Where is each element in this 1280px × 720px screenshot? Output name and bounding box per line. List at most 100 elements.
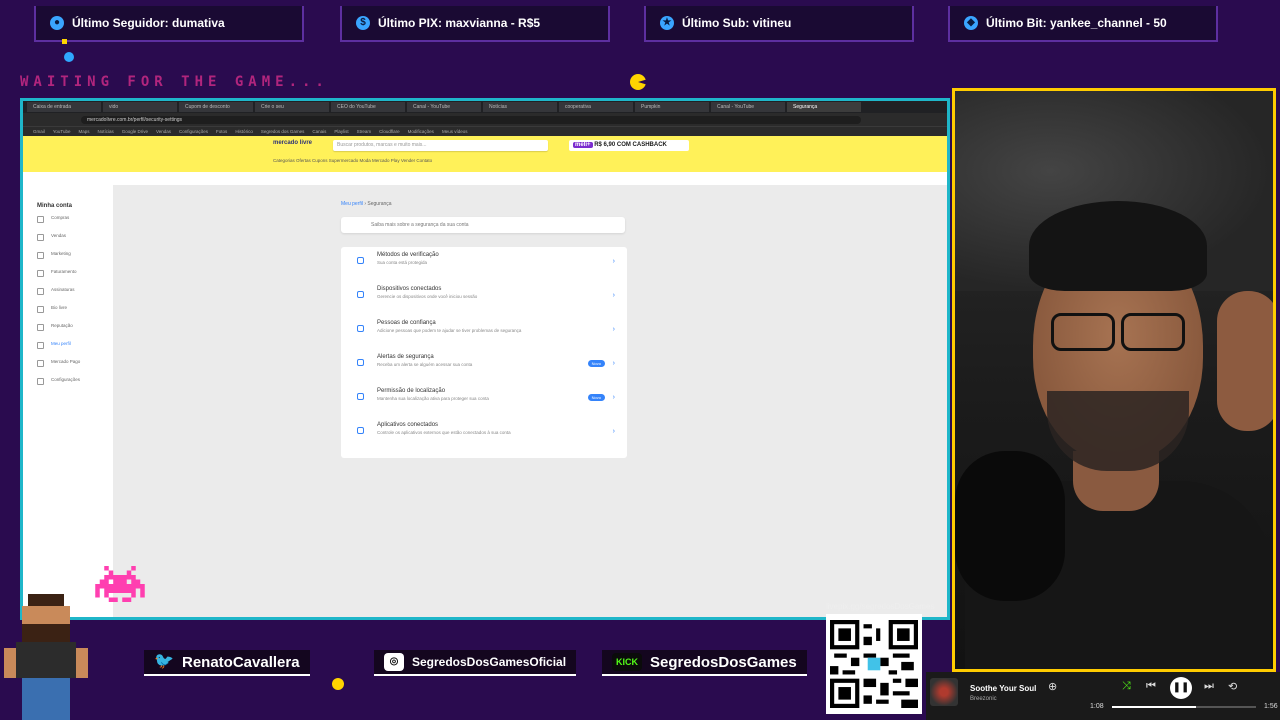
next-icon[interactable]: ⏭ — [1204, 680, 1214, 693]
bookmark[interactable]: Configurações — [179, 127, 208, 136]
person-hair — [1029, 201, 1207, 291]
sidebar-item-configuracoes[interactable]: Configurações — [23, 371, 113, 389]
previous-icon[interactable]: ⏮ — [1146, 680, 1156, 693]
security-row-location[interactable]: Permissão de localização Mantenha sua lo… — [341, 383, 627, 417]
bookmark[interactable]: YouTube — [53, 127, 71, 136]
breadcrumb-current: Segurança — [367, 201, 392, 207]
total-time: 1:56 — [1264, 703, 1278, 710]
new-badge: Novo — [587, 394, 605, 401]
bookmark[interactable]: Canais — [312, 127, 326, 136]
browser-tab[interactable]: Caixa de entrada — [27, 102, 101, 112]
alert-last-bit: ◆ Último Bit: yankee_channel - 50 — [948, 6, 1218, 42]
bookmarks-bar: Gmail YouTube Maps Notícias Google Drive… — [23, 126, 947, 136]
security-list: Métodos de verificação Sua conta está pr… — [341, 247, 627, 458]
bookmark[interactable]: Meus vídeos — [442, 127, 468, 136]
security-row-alerts[interactable]: Alertas de segurança Receba um alerta se… — [341, 349, 627, 383]
alert-label: Último PIX: maxvianna - R$5 — [378, 16, 541, 30]
sidebar-item-assinaturas[interactable]: Assinaturas — [23, 281, 113, 299]
browser-tab[interactable]: Notícias — [483, 102, 557, 112]
social-kick: KICK SegredosDosGames — [602, 650, 807, 676]
alert-label: Último Bit: yankee_channel - 50 — [986, 16, 1167, 30]
song-artist: Breezonic — [970, 696, 997, 702]
row-desc: Adicione pessoas que podem te ajudar se … — [377, 328, 522, 333]
repeat-icon[interactable]: ⟲ — [1228, 680, 1237, 693]
waiting-text: WAITING FOR THE GAME... — [20, 74, 329, 90]
ml-logo[interactable]: mercado livre — [273, 140, 312, 147]
security-row-verification[interactable]: Métodos de verificação Sua conta está pr… — [341, 247, 627, 281]
shuffle-icon[interactable]: ⤨ — [1122, 680, 1131, 693]
row-title: Aplicativos conectados — [377, 422, 439, 428]
bookmark[interactable]: Cloudflare — [379, 127, 400, 136]
add-icon[interactable]: ⊕ — [1048, 680, 1057, 693]
pause-button[interactable]: ❚❚ — [1170, 677, 1192, 699]
star-icon: ★ — [660, 16, 674, 30]
bookmark[interactable]: Maps — [78, 127, 89, 136]
security-row-apps[interactable]: Aplicativos conectados Controle os aplic… — [341, 417, 627, 451]
security-row-trusted-people[interactable]: Pessoas de confiança Adicione pessoas qu… — [341, 315, 627, 349]
webcam-feed — [952, 88, 1276, 672]
chevron-right-icon: › — [612, 258, 615, 265]
browser-tab[interactable]: cooperativa — [559, 102, 633, 112]
browser-tab[interactable]: Crie o seu — [255, 102, 329, 112]
browser-tab[interactable]: Canal - YouTube — [711, 102, 785, 112]
glasses-right — [1121, 313, 1185, 351]
security-info-banner[interactable]: Saiba mais sobre a segurança da sua cont… — [341, 217, 625, 233]
progress-bar[interactable] — [1112, 706, 1256, 708]
ml-content: Minha conta Compras Vendas Marketing Fat… — [23, 185, 947, 617]
sidebar-item-reputacao[interactable]: Reputação — [23, 317, 113, 335]
browser-tab[interactable]: vido — [103, 102, 177, 112]
ml-search-input[interactable]: Buscar produtos, marcas e muito mais... — [333, 140, 548, 151]
row-title: Alertas de segurança — [377, 354, 434, 360]
qr-label: livepix.gg/segredosDosGames — [826, 602, 935, 611]
bookmark[interactable]: Modificações — [408, 127, 434, 136]
person-beard — [1047, 391, 1189, 471]
bookmark[interactable]: Playlist — [334, 127, 348, 136]
security-row-devices[interactable]: Dispositivos conectados Gerencie os disp… — [341, 281, 627, 315]
row-title: Pessoas de confiança — [377, 320, 436, 326]
ml-nav[interactable]: Categorias Ofertas Cupons Supermercado M… — [273, 158, 432, 163]
qr-code-icon — [830, 620, 918, 708]
bookmark[interactable]: Histórico — [235, 127, 253, 136]
link-icon — [357, 427, 364, 434]
address-bar[interactable]: mercadolivre.com.br/perfil/security-sett… — [23, 113, 947, 126]
alert-last-sub: ★ Último Sub: vitineu — [644, 6, 914, 42]
bookmark[interactable]: Fotos — [216, 127, 227, 136]
breadcrumb-root[interactable]: Meu perfil — [341, 201, 363, 207]
decor-dot — [62, 39, 67, 44]
person-hand — [1217, 291, 1273, 431]
pacman-icon — [630, 74, 646, 90]
browser-tab[interactable]: Cupom de desconto — [179, 102, 253, 112]
row-desc: Sua conta está protegida — [377, 260, 428, 265]
bookmark[interactable]: Stream — [357, 127, 372, 136]
sidebar-item-vendas[interactable]: Vendas — [23, 227, 113, 245]
sidebar-item-compras[interactable]: Compras — [23, 209, 113, 227]
browser-window: Caixa de entrada vido Cupom de desconto … — [20, 98, 950, 620]
sidebar-item-meu-perfil[interactable]: Meu perfil — [23, 335, 113, 353]
album-art — [930, 678, 958, 706]
qr-logo — [867, 657, 881, 671]
sidebar-item-mercado-pago[interactable]: Mercado Pago — [23, 353, 113, 371]
row-title: Permissão de localização — [377, 388, 446, 394]
social-label: RenatoCavallera — [182, 653, 300, 671]
bookmark[interactable]: Gmail — [33, 127, 45, 136]
browser-tab[interactable]: Canal - YouTube — [407, 102, 481, 112]
chevron-right-icon: › — [612, 428, 615, 435]
alert-last-pix: $ Último PIX: maxvianna - R$5 — [340, 6, 610, 42]
browser-tab[interactable]: Pumpkin — [635, 102, 709, 112]
bookmark[interactable]: Notícias — [97, 127, 113, 136]
bookmark[interactable]: Google Drive — [122, 127, 148, 136]
row-title: Métodos de verificação — [377, 252, 439, 258]
url-text[interactable]: mercadolivre.com.br/perfil/security-sett… — [81, 115, 861, 124]
sidebar-item-bio[interactable]: Bio livre — [23, 299, 113, 317]
browser-tab[interactable]: CEO do YouTube — [331, 102, 405, 112]
sidebar-item-marketing[interactable]: Marketing — [23, 245, 113, 263]
song-title: Soothe Your Soul — [970, 684, 1037, 693]
ml-promo-banner[interactable]: meli+ R$ 6,90 COM CASHBACK — [569, 140, 689, 151]
bookmark[interactable]: Vendas — [156, 127, 171, 136]
bookmark[interactable]: Segredos dos Games — [261, 127, 305, 136]
microphone — [955, 451, 1065, 601]
banner-text: Saiba mais sobre a segurança da sua cont… — [371, 222, 469, 228]
sidebar-item-faturamento[interactable]: Faturamento — [23, 263, 113, 281]
tab-strip: Caixa de entrada vido Cupom de desconto … — [23, 101, 947, 113]
browser-tab-active[interactable]: Segurança — [787, 102, 861, 112]
